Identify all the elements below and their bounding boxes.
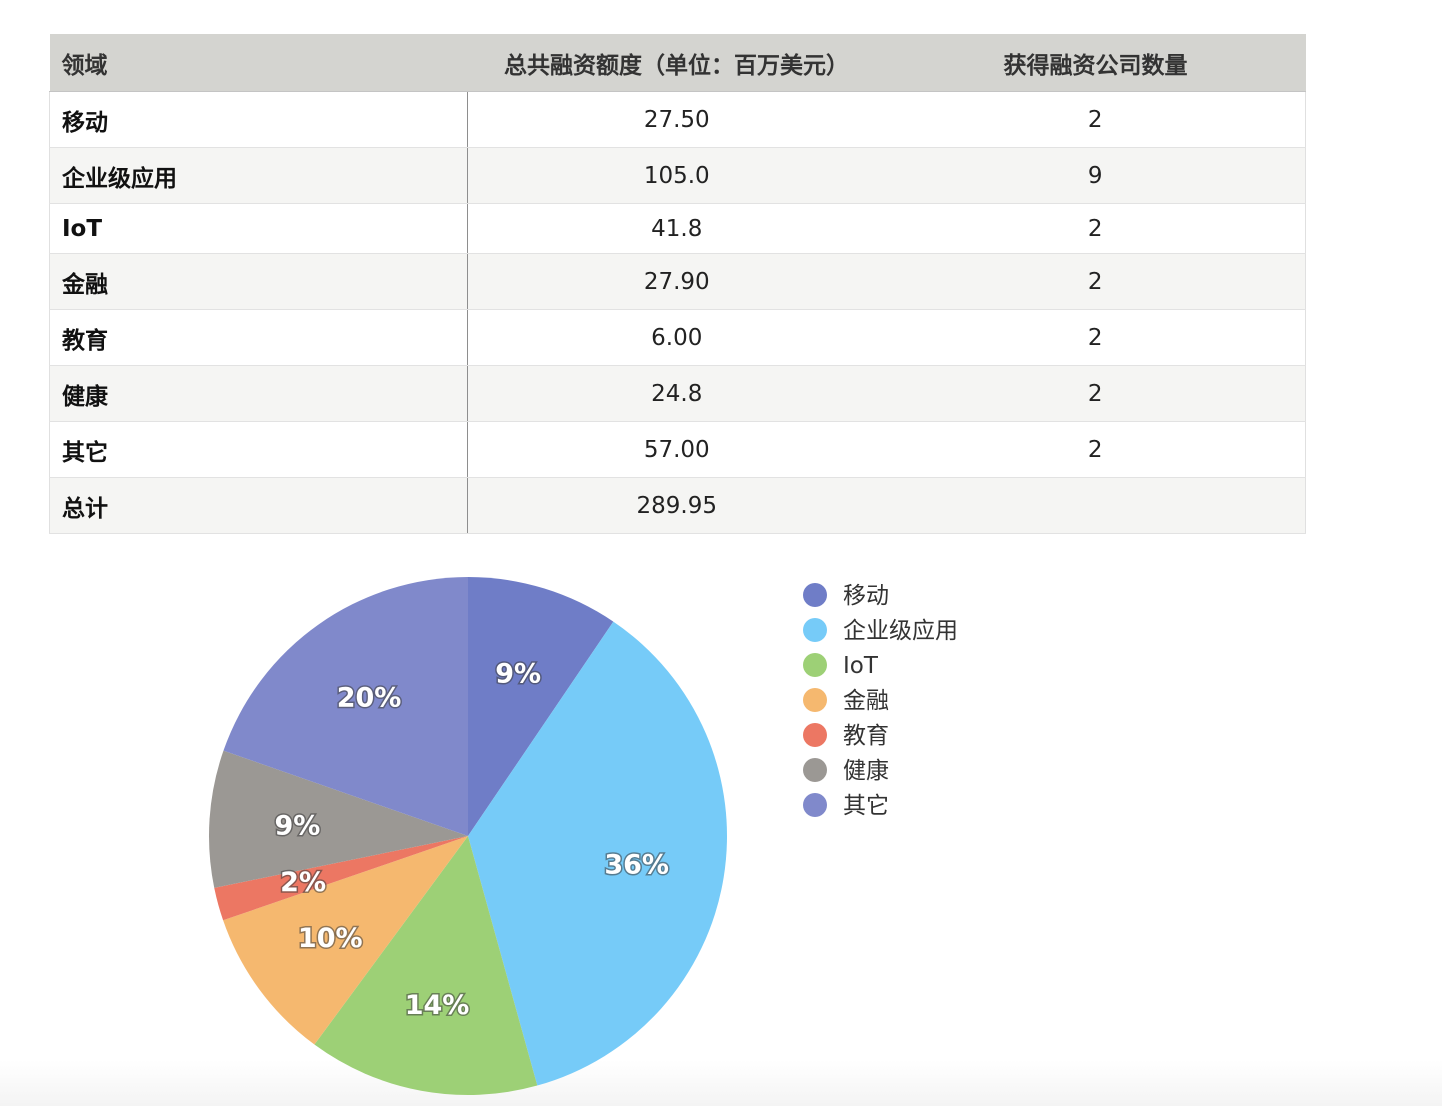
legend-swatch: [803, 583, 827, 607]
row-count: 2: [885, 253, 1306, 310]
pie-slice-label: 10%: [298, 923, 363, 954]
row-amount: 6.00: [467, 309, 886, 366]
row-amount: 27.50: [467, 91, 886, 148]
legend-swatch: [803, 688, 827, 712]
table-row: 健康 24.8 2: [49, 365, 1306, 422]
row-label: 移动: [49, 91, 468, 148]
row-count: 2: [885, 365, 1306, 422]
pie-slice-label: 36%: [604, 850, 669, 881]
legend-swatch: [803, 618, 827, 642]
legend-swatch: [803, 653, 827, 677]
legend-label: 企业级应用: [843, 618, 958, 644]
row-count: [885, 477, 1306, 534]
table-row-total: 总计 289.95: [49, 477, 1306, 534]
pie-chart: 9% 36% 14% 10% 2% 9% 20% 移动企业级应用 IoT 金融教育健康其它: [209, 577, 958, 1095]
row-count: 2: [885, 203, 1306, 254]
row-amount: 289.95: [467, 477, 886, 534]
table-row: 其它 57.00 2: [49, 421, 1306, 478]
header-row: 领域 总共融资额度（单位：百万美元） 获得融资公司数量: [49, 34, 1306, 92]
row-label: 企业级应用: [49, 147, 468, 204]
pie-slice-label: 2%: [280, 867, 326, 898]
funding-table: 领域 总共融资额度（单位：百万美元） 获得融资公司数量 移动 27.50 2 企…: [49, 34, 1306, 534]
table-row: 教育 6.00 2: [49, 309, 1306, 366]
page: 领域 总共融资额度（单位：百万美元） 获得融资公司数量 移动 27.50 2 企…: [0, 0, 1442, 1106]
row-amount: 24.8: [467, 365, 886, 422]
row-amount: 27.90: [467, 253, 886, 310]
legend-label: 其它: [843, 793, 889, 819]
table-body: 移动 27.50 2 企业级应用 105.0 9 IoT 41.8 2 金融 2…: [49, 91, 1306, 534]
table-header: 领域 总共融资额度（单位：百万美元） 获得融资公司数量: [49, 34, 1306, 92]
legend-swatch: [803, 793, 827, 817]
row-label: 健康: [49, 365, 468, 422]
row-count: 2: [885, 421, 1306, 478]
pie-slice-label: 20%: [337, 683, 402, 714]
legend-label: IoT: [843, 653, 879, 679]
pie-slice-label: 9%: [495, 659, 541, 690]
row-label: 其它: [49, 421, 468, 478]
row-label: 金融: [49, 253, 468, 310]
legend-swatch: [803, 723, 827, 747]
row-label: 教育: [49, 309, 468, 366]
row-count: 9: [885, 147, 1306, 204]
row-amount: 105.0: [467, 147, 886, 204]
legend-label: 健康: [843, 758, 889, 784]
row-count: 2: [885, 309, 1306, 366]
table-row: 企业级应用 105.0 9: [49, 147, 1306, 204]
pie-slice-label: 9%: [275, 811, 321, 842]
row-amount: 57.00: [467, 421, 886, 478]
row-label: 总计: [49, 477, 468, 534]
header-count: 获得融资公司数量: [885, 34, 1306, 92]
chart-legend: 移动企业级应用 IoT 金融教育健康其它: [803, 583, 958, 819]
header-amount: 总共融资额度（单位：百万美元）: [467, 34, 886, 92]
legend-swatch: [803, 758, 827, 782]
legend-label: 教育: [843, 723, 889, 749]
table-row: 金融 27.90 2: [49, 253, 1306, 310]
row-label: IoT: [49, 203, 468, 254]
table-row: IoT 41.8 2: [49, 203, 1306, 254]
legend-label: 移动: [843, 583, 889, 609]
row-amount: 41.8: [467, 203, 886, 254]
pie-slice-label: 14%: [405, 990, 470, 1021]
legend-label: 金融: [843, 688, 889, 714]
header-domain: 领域: [49, 34, 468, 92]
row-count: 2: [885, 91, 1306, 148]
table-row: 移动 27.50 2: [49, 91, 1306, 148]
